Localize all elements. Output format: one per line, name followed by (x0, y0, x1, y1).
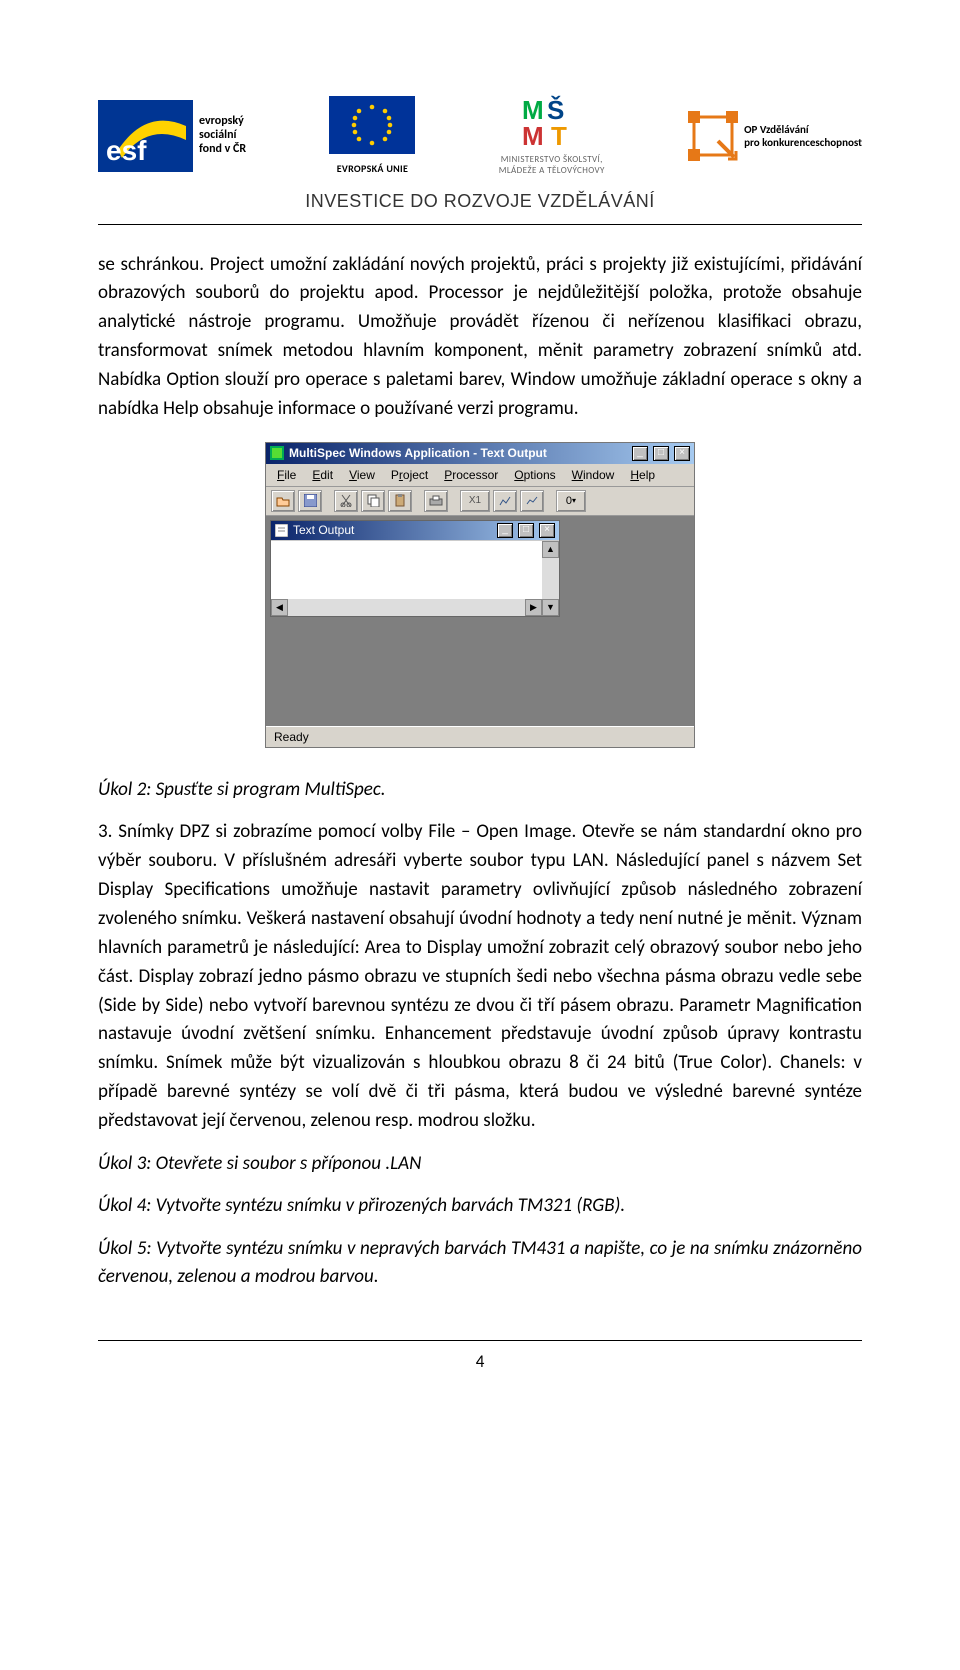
investice-heading: INVESTICE DO ROZVOJE VZDĚLÁVÁNÍ (98, 191, 862, 212)
text-output-window: Text Output _ □ × ▲ ◀ ▶ ▼ (270, 520, 560, 617)
close-button[interactable]: × (674, 446, 690, 461)
toolbar: X1 0▾ (266, 487, 694, 516)
sub-window-title: Text Output (293, 523, 492, 537)
window-title: MultiSpec Windows Application - Text Out… (289, 446, 627, 460)
sub-maximize-button[interactable]: □ (518, 523, 534, 538)
op-label-2: pro konkurenceschopnost (744, 136, 862, 149)
svg-text:esf: esf (106, 135, 147, 166)
cut-icon[interactable] (334, 490, 358, 512)
menubar: File Edit View Project Processor Options… (266, 464, 694, 487)
op-label-1: OP Vzdělávání (744, 123, 862, 136)
msmt-icon: M Š M T (517, 95, 587, 149)
text-output-body: ▲ ◀ ▶ ▼ (271, 540, 559, 616)
task-4: Úkol 4: Vytvořte syntézu snímku v přiroz… (98, 1192, 862, 1221)
overlay-button[interactable]: 0▾ (556, 490, 586, 512)
msmt-logo: M Š M T MINISTERSTVO ŠKOLSTVÍ, MLÁDEŽE A… (499, 95, 605, 177)
scroll-left-icon[interactable]: ◀ (271, 599, 288, 616)
esf-label-3: fond v ČR (199, 143, 246, 157)
msmt-label-2: MLÁDEŽE A TĚLOVÝCHOVY (499, 166, 605, 177)
eu-flag-icon (329, 96, 415, 154)
app-icon (270, 446, 284, 460)
vertical-scrollbar[interactable]: ▲ (542, 541, 559, 599)
zoom-in-icon[interactable] (493, 490, 517, 512)
eu-label: EVROPSKÁ UNIE (337, 162, 408, 175)
menu-view[interactable]: View (342, 466, 382, 484)
titlebar[interactable]: MultiSpec Windows Application - Text Out… (266, 443, 694, 464)
mdi-client-area: Text Output _ □ × ▲ ◀ ▶ ▼ (266, 516, 694, 726)
task-5: Úkol 5: Vytvořte syntézu snímku v neprav… (98, 1235, 862, 1292)
task-3: Úkol 3: Otevřete si soubor s příponou .L… (98, 1150, 862, 1179)
document-icon (275, 524, 288, 537)
scroll-down-icon[interactable]: ▼ (542, 599, 559, 616)
sub-titlebar[interactable]: Text Output _ □ × (271, 521, 559, 540)
minimize-button[interactable]: _ (632, 446, 648, 461)
open-icon[interactable] (271, 490, 295, 512)
paragraph-2: 3. Snímky DPZ si zobrazíme pomocí volby … (98, 818, 862, 1136)
header-divider (98, 224, 862, 225)
esf-label-2: sociální (199, 129, 246, 143)
scroll-right-icon[interactable]: ▶ (525, 599, 542, 616)
zoom-reset-button[interactable]: X1 (460, 490, 490, 512)
esf-label-1: evropský (199, 115, 246, 129)
status-text: Ready (274, 730, 309, 744)
svg-text:T: T (551, 121, 567, 149)
esf-logo: esf evropský sociální fond v ČR (98, 100, 246, 172)
maximize-button[interactable]: □ (653, 446, 669, 461)
save-icon[interactable] (298, 490, 322, 512)
paragraph-1: se schránkou. Project umožní zakládání n… (98, 251, 862, 424)
sub-minimize-button[interactable]: _ (497, 523, 513, 538)
op-icon (688, 111, 738, 161)
sub-close-button[interactable]: × (539, 523, 555, 538)
copy-icon[interactable] (361, 490, 385, 512)
menu-file[interactable]: File (270, 466, 303, 484)
menu-edit[interactable]: Edit (305, 466, 340, 484)
zoom-out-icon[interactable] (520, 490, 544, 512)
statusbar: Ready (266, 726, 694, 747)
menu-processor[interactable]: Processor (437, 466, 505, 484)
eu-logo: EVROPSKÁ UNIE (329, 96, 415, 175)
menu-options[interactable]: Options (507, 466, 562, 484)
footer-divider (98, 1340, 862, 1341)
page-number: 4 (98, 1351, 862, 1372)
app-window: MultiSpec Windows Application - Text Out… (265, 442, 695, 748)
svg-text:M: M (522, 121, 544, 149)
print-icon[interactable] (424, 490, 448, 512)
paste-icon[interactable] (388, 490, 412, 512)
op-logo: OP Vzdělávání pro konkurenceschopnost (688, 111, 862, 161)
horizontal-scrollbar[interactable]: ◀ ▶ ▼ (271, 599, 559, 616)
menu-help[interactable]: Help (623, 466, 662, 484)
menu-project[interactable]: Project (384, 466, 435, 484)
header-logo-strip: esf evropský sociální fond v ČR (98, 95, 862, 177)
task-2: Úkol 2: Spusťte si program MultiSpec. (98, 776, 862, 805)
esf-icon: esf (98, 100, 193, 172)
scroll-up-icon[interactable]: ▲ (542, 541, 559, 558)
menu-window[interactable]: Window (565, 466, 622, 484)
